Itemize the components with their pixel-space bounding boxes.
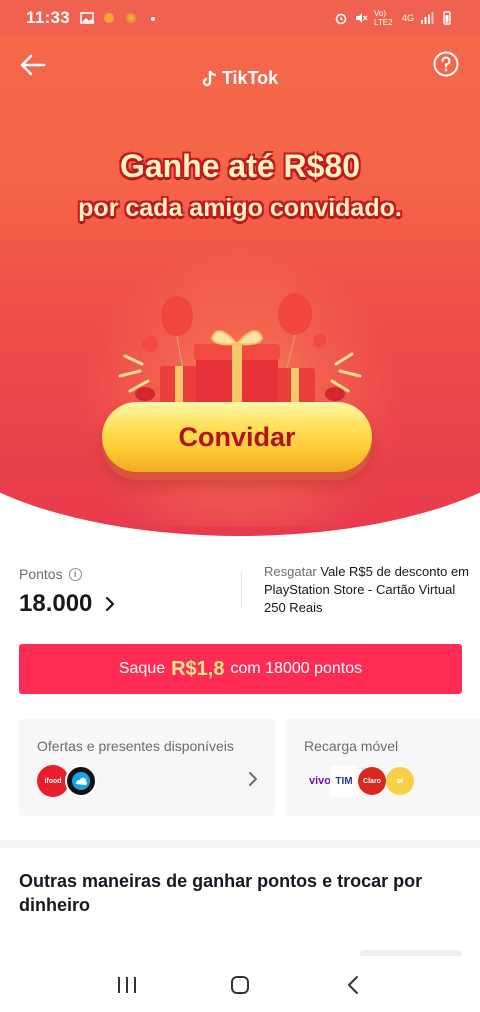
- ifood-logo-text: ifood: [44, 777, 62, 785]
- system-nav-bar: [0, 958, 480, 1012]
- status-notification-icons: [80, 11, 160, 25]
- recharge-card-title: Recarga móvel: [304, 738, 399, 754]
- headline-reward: Ganhe até R$80: [119, 148, 361, 184]
- cloud-icon: [72, 772, 90, 790]
- points-label: Pontos i: [19, 566, 82, 582]
- recent-apps-icon: [117, 977, 136, 993]
- status-time: 11:33: [26, 8, 71, 27]
- back-button[interactable]: [333, 965, 373, 1005]
- invite-button[interactable]: Convidar: [102, 402, 372, 472]
- redeem-suggestion[interactable]: Resgatar Vale R$5 de desconto em PlaySta…: [264, 563, 470, 617]
- section-separator: [0, 840, 480, 848]
- info-icon[interactable]: i: [68, 567, 82, 581]
- gallery-icon: [80, 12, 94, 24]
- cash-out-amount: R$1,8: [171, 657, 225, 680]
- cloud-logo: [65, 765, 97, 797]
- mobile-recharge-card[interactable]: Recarga móvel vivo TIM Claro oi: [286, 719, 480, 816]
- tim-logo-text: TIM: [335, 775, 353, 787]
- network-label: 4G: [401, 13, 414, 23]
- signal-icon: [421, 12, 434, 24]
- offers-card[interactable]: Ofertas e presentes disponíveis ifood: [19, 719, 275, 816]
- tiktok-note-icon: [202, 69, 216, 86]
- help-icon[interactable]: [432, 50, 460, 78]
- oi-logo-text: oi: [396, 777, 404, 785]
- cash-out-prefix: Saque: [118, 660, 166, 677]
- home-button[interactable]: [220, 965, 260, 1005]
- home-icon: [230, 976, 249, 994]
- partial-content: [360, 950, 462, 956]
- brand-name: TikTok: [221, 68, 279, 88]
- headline-per-friend: por cada amigo convidado.: [78, 194, 402, 222]
- hero-banner: TikTok Ganhe até R$80 por cada amigo con…: [0, 36, 480, 536]
- alarm-icon: [335, 13, 347, 25]
- status-bar: 11:33 Vo) LTE2 4G: [0, 0, 480, 36]
- cash-out-button[interactable]: Saque R$1,8 com 18000 pontos: [19, 644, 462, 694]
- cash-out-suffix: com 18000 pontos: [230, 660, 363, 677]
- invite-button-label: Convidar: [178, 421, 296, 452]
- offers-card-title: Ofertas e presentes disponíveis: [37, 738, 234, 754]
- points-label-text: Pontos: [19, 566, 63, 582]
- mute-icon: [355, 13, 368, 23]
- points-value-text: 18.000: [19, 590, 93, 617]
- tiktok-logo: TikTok: [0, 68, 480, 89]
- status-system-icons: Vo) LTE2 4G: [334, 9, 454, 27]
- vivo-logo-text: vivo: [308, 775, 331, 787]
- claro-logo-text: Claro: [363, 777, 381, 785]
- points-balance[interactable]: 18.000: [19, 590, 116, 618]
- battery-icon: [443, 11, 451, 25]
- chevron-right-icon: [249, 772, 257, 786]
- carrier-label: Vo) LTE2: [373, 9, 393, 27]
- section-title: Outras maneiras de ganhar pontos e troca…: [19, 871, 423, 915]
- app-notification-icon: [104, 13, 115, 23]
- points-divider: [241, 572, 242, 608]
- oi-logo: oi: [386, 767, 414, 795]
- chevron-right-icon: [106, 596, 115, 612]
- tim-logo: TIM: [330, 765, 358, 797]
- recent-apps-button[interactable]: [107, 965, 147, 1005]
- redeem-prefix: Resgatar: [264, 564, 317, 579]
- claro-logo: Claro: [358, 767, 386, 795]
- back-chevron-icon: [348, 976, 359, 994]
- dot-icon: [151, 17, 156, 21]
- app-notification-icon-2: [126, 13, 137, 23]
